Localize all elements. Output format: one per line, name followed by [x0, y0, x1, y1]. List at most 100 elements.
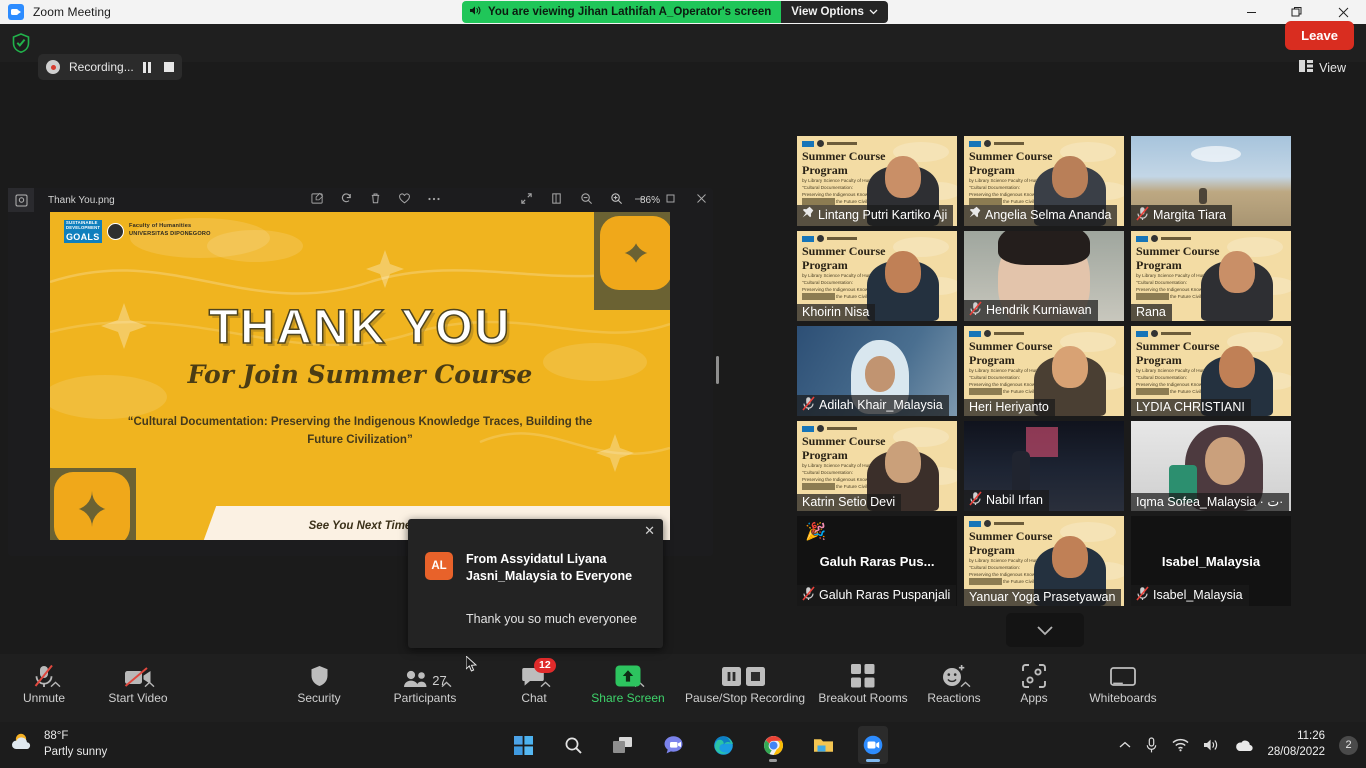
participant-name-text: Khoirin Nisa: [802, 305, 870, 319]
spotlight-pin-icon: [969, 206, 981, 224]
security-shield-icon[interactable]: [12, 33, 30, 54]
slide-title: THANK YOU: [208, 300, 512, 355]
sdg-line3: GOALS: [64, 231, 102, 243]
chat-toast-sender: From Assyidatul Liyana Jasni_Malaysia to…: [466, 552, 633, 583]
reactions-label: Reactions: [927, 691, 981, 705]
chat-notification-toast[interactable]: ✕ AL From Assyidatul Liyana Jasni_Malays…: [408, 519, 663, 648]
microphone-icon[interactable]: [1145, 736, 1158, 754]
fit-page-icon[interactable]: [550, 192, 563, 208]
rotate-icon[interactable]: [340, 192, 353, 208]
viewer-restore-icon[interactable]: [665, 193, 676, 207]
zoom-app-icon: [8, 4, 24, 20]
folder-icon[interactable]: [808, 726, 838, 764]
show-hidden-icons-icon[interactable]: [1119, 741, 1131, 749]
slide-subtitle: For Join Summer Course: [187, 360, 533, 389]
share-screen-button[interactable]: Share Screen: [568, 662, 688, 714]
mouse-cursor: [465, 654, 478, 677]
gallery-scroll-down-button[interactable]: [1006, 613, 1084, 647]
participant-tile[interactable]: Summer Course Program by Library Science …: [797, 231, 957, 321]
onedrive-icon[interactable]: [1234, 739, 1254, 752]
edge-browser-icon[interactable]: [708, 726, 738, 764]
share-banner-message-area: You are viewing Jihan Lathifah A_Operato…: [462, 1, 782, 23]
stop-recording-button[interactable]: [163, 62, 174, 72]
mic-muted-icon: [1136, 206, 1149, 224]
whiteboards-label: Whiteboards: [1089, 691, 1157, 705]
zoom-app-taskbar-icon[interactable]: [858, 726, 888, 764]
participant-tile[interactable]: 🎉 Galuh Raras Pus... Galuh Raras Puspanjal…: [797, 516, 957, 606]
recording-icon: [46, 60, 60, 74]
clock-time: 11:26: [1297, 730, 1325, 743]
window-title: Zoom Meeting: [33, 5, 111, 19]
whiteboards-button[interactable]: Whiteboards: [1063, 662, 1183, 714]
search-icon[interactable]: [558, 726, 588, 764]
mic-muted-icon: [969, 491, 982, 509]
apps-icon: [1022, 662, 1046, 688]
windows-taskbar: 88°F Partly sunny 11:26 28/08/2022 2: [0, 722, 1366, 768]
start-video-button[interactable]: Start Video: [78, 662, 198, 714]
slide-corner-decoration-topright: [594, 212, 670, 310]
participant-tile[interactable]: Iqma Sofea_Malaysia · ت·: [1131, 421, 1291, 511]
leave-button[interactable]: Leave: [1285, 21, 1354, 50]
mic-muted-icon: [33, 662, 55, 688]
taskbar-weather-widget[interactable]: 88°F Partly sunny: [10, 728, 107, 760]
viewer-close-icon[interactable]: [696, 193, 707, 207]
chevron-down-icon: [869, 6, 878, 18]
participant-name-text: Margita Tiara: [1153, 208, 1226, 222]
favorite-heart-icon[interactable]: [398, 192, 411, 208]
mic-muted-icon: [802, 396, 815, 414]
participant-name-text: Lintang Putri Kartiko Aji: [818, 208, 948, 222]
chrome-browser-icon[interactable]: [758, 726, 788, 764]
share-view-scroll-handle[interactable]: [716, 356, 719, 384]
image-viewer-toolbar: Thank You.png 86%: [8, 188, 713, 212]
participant-tile[interactable]: Summer Course Program by Library Science …: [797, 421, 957, 511]
participant-tile[interactable]: Summer Course Program by Library Science …: [1131, 326, 1291, 416]
view-layout-button[interactable]: View: [1291, 56, 1354, 79]
zoom-out-icon[interactable]: [580, 192, 593, 208]
participant-tile[interactable]: Summer Course Program by Library Science …: [1131, 231, 1291, 321]
slide-logos: SUSTAINABLE DEVELOPMENT GOALS Faculty of…: [64, 220, 211, 243]
mic-muted-icon: [1136, 586, 1149, 604]
participant-tile[interactable]: Summer Course Program by Library Science …: [797, 136, 957, 226]
participant-tile[interactable]: Nabil Irfan: [964, 421, 1124, 511]
participants-label: Participants: [393, 691, 457, 705]
shared-image-viewer: Thank You.png 86% SUSTAINABLE DEVELOPMEN…: [8, 188, 713, 672]
notification-badge[interactable]: 2: [1339, 735, 1358, 755]
weather-description: Partly sunny: [44, 746, 108, 759]
teams-chat-icon[interactable]: [658, 726, 688, 764]
recording-button[interactable]: Pause/Stop Recording: [685, 662, 805, 714]
close-icon[interactable]: ✕: [644, 524, 655, 537]
markup-icon[interactable]: [311, 192, 324, 208]
participant-tile[interactable]: Adilah Khair_Malaysia: [797, 326, 957, 416]
participant-name-label: Galuh Raras Puspanjali: [797, 585, 957, 606]
wifi-icon[interactable]: [1172, 738, 1189, 752]
participant-tile[interactable]: Summer Course Program by Library Science …: [964, 516, 1124, 606]
participant-tile[interactable]: Hendrik Kurniawan: [964, 231, 1124, 321]
zoom-in-icon[interactable]: [610, 192, 623, 208]
participant-tile[interactable]: Isabel_Malaysia Isabel_Malaysia: [1131, 516, 1291, 606]
image-thumbnail-icon[interactable]: [8, 188, 34, 212]
delete-icon[interactable]: [369, 192, 382, 208]
chat-toast-message: Thank you so much everyonee: [466, 612, 637, 626]
participant-name-label: Adilah Khair_Malaysia: [797, 395, 949, 416]
participant-tile[interactable]: Margita Tiara: [1131, 136, 1291, 226]
more-ellipsis-icon[interactable]: [427, 192, 441, 208]
participant-name-text: Iqma Sofea_Malaysia · ت·: [1136, 495, 1284, 509]
taskbar-app-icons: [508, 726, 888, 764]
view-options-button[interactable]: View Options: [781, 1, 888, 23]
participant-tile[interactable]: Summer Course Program by Library Science …: [964, 326, 1124, 416]
image-tools-group: [311, 192, 441, 208]
task-view-icon[interactable]: [608, 726, 638, 764]
security-button[interactable]: Security: [259, 662, 379, 714]
viewer-minimize-icon[interactable]: [634, 193, 645, 207]
taskbar-clock[interactable]: 11:26 28/08/2022: [1267, 729, 1325, 760]
minimize-button[interactable]: [1228, 0, 1274, 24]
pause-recording-button[interactable]: [142, 61, 155, 73]
fullscreen-icon[interactable]: [520, 192, 533, 208]
participants-count: 27: [432, 673, 447, 688]
participant-tile[interactable]: Summer Course Program by Library Science …: [964, 136, 1124, 226]
participant-name-text: Hendrik Kurniawan: [986, 303, 1092, 317]
recording-label: Pause/Stop Recording: [684, 691, 806, 705]
volume-icon[interactable]: [1203, 738, 1220, 752]
windows-start-icon[interactable]: [508, 726, 538, 764]
participant-name-label: Katrin Setio Devi: [797, 494, 902, 511]
